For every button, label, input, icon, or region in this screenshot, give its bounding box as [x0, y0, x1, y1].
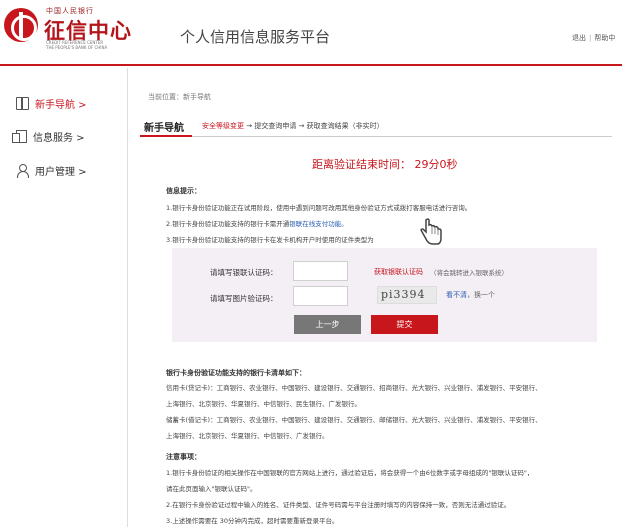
- previous-step-button[interactable]: 上一步: [294, 315, 361, 334]
- sidebar-item-info-service[interactable]: 信息服务 >: [12, 128, 85, 144]
- info-line: 1.银行卡身份验证功能正在试用阶段，使用中遇到问题可改用其他身份验证方式或拨打客…: [166, 204, 472, 212]
- pboc-seal-logo-icon: [4, 8, 38, 42]
- bank-list-line: 储蓄卡(借记卡)：工商银行、农业银行、中国银行、建设银行、交通银行、邮储银行、光…: [166, 416, 542, 424]
- bank-code-input[interactable]: [293, 261, 348, 281]
- note-line: 1.银行卡身份验证的相关操作在中国银联的官方网站上进行，通过验证后，将会获得一个…: [166, 469, 534, 477]
- top-links-separator: |: [589, 34, 592, 42]
- captcha-label: 请填写图片验证码：: [210, 294, 278, 303]
- info-line: 3.银行卡身份验证功能支持的银行卡在发卡机构开户时使用的证件类型为: [166, 236, 374, 244]
- platform-title: 个人信用信息服务平台: [180, 28, 331, 46]
- bank-list-line: 上海银行、北京银行、华夏银行、中信银行、广发银行。: [166, 432, 329, 440]
- info-line-text: 2.银行卡身份验证功能支持的银行卡需开通: [166, 220, 290, 228]
- sidebar-item-user-management[interactable]: 用户管理 >: [16, 162, 87, 178]
- bank-list-line: 信用卡(贷记卡)：工商银行、农业银行、中国银行、建设银行、交通银行、招商银行、光…: [166, 384, 542, 392]
- document-icon: [12, 129, 27, 143]
- note-line: 3.上述操作需要在 30分钟内完成，超时需要重新登录平台。: [166, 517, 339, 525]
- info-line: 2.银行卡身份验证功能支持的银行卡需开通银联在线支付功能。: [166, 218, 348, 228]
- hand-cursor-icon: [420, 218, 442, 245]
- help-link[interactable]: 帮助中: [594, 34, 615, 42]
- captcha-input[interactable]: [293, 286, 348, 306]
- note-line: 2.在银行卡身份验证过程中输入的姓名、证件类型、证件号码需与平台注册时填写的内容…: [166, 501, 511, 509]
- bank-code-label: 请填写银联认证码：: [210, 268, 278, 277]
- captcha-refresh-link[interactable]: 看不清: [446, 291, 467, 299]
- get-bank-code-hint: （将会跳转进入银联系统）: [430, 269, 508, 277]
- sidebar-item-label: 新手导航 >: [35, 99, 87, 111]
- unionpay-online-link[interactable]: 银联在线支付功能。: [289, 220, 348, 228]
- captcha-image: pi3394: [377, 286, 437, 304]
- step-current: 安全等级变更: [202, 122, 244, 130]
- page-title: 新手导航: [144, 123, 184, 134]
- countdown-timer: 距离验证结束时间： 29分0秒: [312, 158, 458, 171]
- submit-button[interactable]: 提交: [371, 315, 438, 334]
- book-icon: [16, 96, 29, 110]
- main-content: 当前位置：新手导航 新手导航 安全等级变更 → 提交查询申请 → 获取查询结果（…: [132, 68, 622, 527]
- breadcrumb: 当前位置：新手导航: [148, 93, 211, 101]
- sidebar-item-label: 用户管理 >: [35, 166, 87, 178]
- sidebar: 新手导航 > 信息服务 > 用户管理 >: [0, 68, 128, 527]
- sidebar-item-label: 信息服务 >: [33, 132, 85, 144]
- get-bank-code-link[interactable]: 获取银联认证码: [374, 267, 423, 277]
- top-links: 退出 | 帮助中: [572, 33, 615, 43]
- title-divider: [140, 136, 612, 137]
- sidebar-item-newbie-guide[interactable]: 新手导航 >: [16, 95, 87, 111]
- logout-link[interactable]: 退出: [572, 34, 586, 42]
- info-heading: 信息提示：: [166, 187, 201, 195]
- note-line: 请在此页面输入"银联认证码"。: [166, 485, 257, 493]
- bank-list-line: 上海银行、北京银行、华夏银行、中信银行、民生银行、广发银行。: [166, 400, 361, 408]
- captcha-refresh: 看不清，换一个: [446, 290, 495, 300]
- step-remaining: → 提交查询申请 → 获取查询结果（非实时）: [246, 122, 384, 130]
- title-underline-accent: [140, 135, 192, 137]
- bank-list-heading: 银行卡身份验证功能支持的银行卡清单如下：: [166, 369, 306, 377]
- step-indicator: 安全等级变更 → 提交查询申请 → 获取查询结果（非实时）: [202, 121, 384, 131]
- logo-english-line-2: THE PEOPLE'S BANK OF CHINA: [46, 45, 108, 50]
- site-header: 中国人民银行 征信中心 CREDIT REFERENCE CENTER THE …: [0, 0, 622, 66]
- user-icon: [16, 163, 29, 178]
- notes-heading: 注意事项：: [166, 453, 201, 461]
- captcha-refresh-suffix[interactable]: ，换一个: [467, 291, 495, 299]
